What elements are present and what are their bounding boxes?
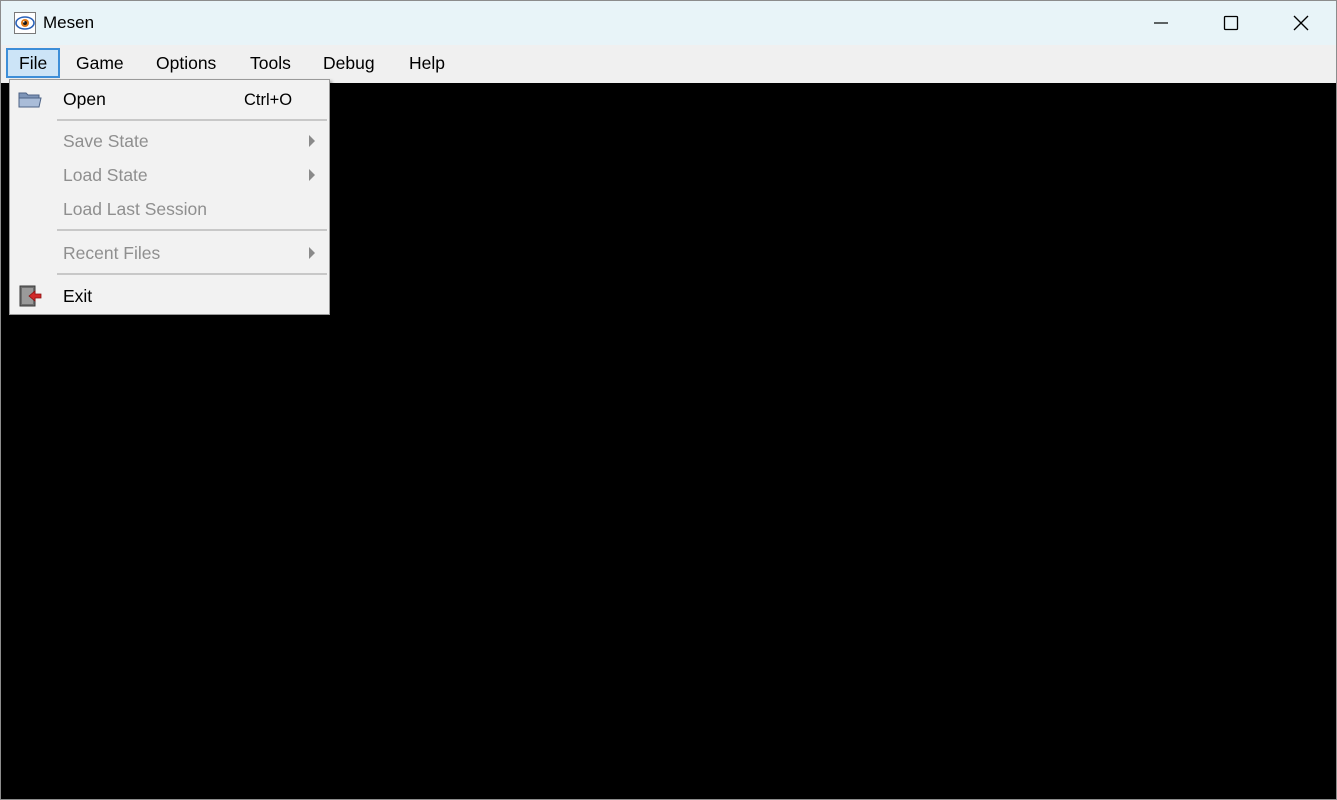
exit-label: Exit — [63, 286, 93, 306]
file-menu-save-state[interactable]: Save State — [10, 124, 329, 158]
file-menu-dropdown: Open Ctrl+O Save State Load State Load L… — [9, 79, 330, 315]
save-state-label: Save State — [63, 131, 149, 151]
menu-game[interactable]: Game — [64, 48, 136, 78]
file-menu-exit[interactable]: Exit — [10, 279, 329, 313]
menu-file[interactable]: File — [6, 48, 61, 78]
submenu-arrow-icon — [309, 169, 315, 181]
menu-separator — [57, 273, 327, 275]
minimize-icon — [1154, 22, 1168, 24]
mesen-eye-icon — [14, 12, 36, 34]
recent-files-label: Recent Files — [63, 243, 161, 263]
close-button[interactable] — [1266, 1, 1336, 45]
window-title: Mesen — [43, 13, 95, 32]
title-bar[interactable]: Mesen — [1, 1, 1336, 45]
load-last-session-label: Load Last Session — [63, 199, 207, 219]
load-state-label: Load State — [63, 165, 148, 185]
main-window: Mesen File Game Options Tools Debug Help — [0, 0, 1337, 800]
maximize-button[interactable] — [1196, 1, 1266, 45]
submenu-arrow-icon — [309, 135, 315, 147]
menu-bar: File Game Options Tools Debug Help — [1, 45, 1336, 83]
menu-separator — [57, 119, 327, 121]
minimize-button[interactable] — [1126, 1, 1196, 45]
exit-door-icon — [19, 285, 42, 307]
file-menu-load-state[interactable]: Load State — [10, 158, 329, 192]
file-menu-open[interactable]: Open Ctrl+O — [10, 82, 329, 116]
file-menu-recent-files[interactable]: Recent Files — [10, 236, 329, 270]
file-menu-load-last-session[interactable]: Load Last Session — [10, 192, 329, 226]
close-icon — [1293, 15, 1309, 31]
menu-help[interactable]: Help — [397, 48, 457, 78]
menu-debug[interactable]: Debug — [311, 48, 387, 78]
submenu-arrow-icon — [309, 247, 315, 259]
maximize-icon — [1223, 15, 1239, 31]
open-shortcut: Ctrl+O — [244, 91, 293, 109]
menu-tools[interactable]: Tools — [238, 48, 303, 78]
menu-options[interactable]: Options — [144, 48, 228, 78]
folder-open-icon — [18, 92, 42, 108]
menu-separator — [57, 229, 327, 231]
open-label: Open — [63, 89, 106, 109]
